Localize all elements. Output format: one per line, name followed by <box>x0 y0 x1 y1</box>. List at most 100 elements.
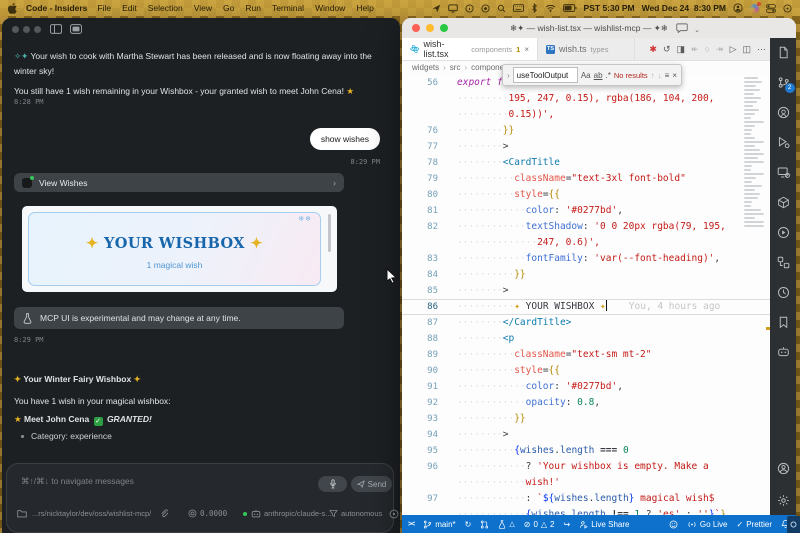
live-share-status[interactable]: Live Share <box>579 520 629 529</box>
timeline-icon[interactable]: ↺ <box>663 44 671 55</box>
mode-filter-icon[interactable] <box>329 509 338 518</box>
help-circle-icon[interactable] <box>783 4 792 13</box>
whole-word-icon[interactable]: ab <box>594 71 603 80</box>
code-line-86[interactable]: 86··········✦ YOUR WISHBOX ✦You, 4 hours… <box>402 299 770 315</box>
remote-indicator[interactable]: >< <box>408 521 414 528</box>
folder-icon[interactable] <box>17 509 27 518</box>
nav-dot-icon[interactable]: ○ <box>705 44 710 54</box>
paperclip-icon[interactable] <box>160 509 168 519</box>
window-minimize-button[interactable] <box>426 24 434 32</box>
tab-close-icon[interactable]: × <box>524 45 529 54</box>
find-expand-icon[interactable]: › <box>507 71 510 80</box>
sync-icon[interactable]: ↻ <box>465 520 472 529</box>
code-line-89[interactable]: 89··········className="text-sm mt-2" <box>402 347 770 363</box>
breadcrumb-item[interactable]: widgets <box>412 63 439 72</box>
info-circle-icon[interactable] <box>465 4 474 13</box>
code-line-88[interactable]: 88········<p <box>402 331 770 347</box>
components-icon[interactable] <box>777 256 790 269</box>
find-close-icon[interactable]: × <box>672 71 677 80</box>
model-robot-icon[interactable] <box>251 509 261 518</box>
tab-wish-list-tsx[interactable]: wish-list.tsx components 1 × <box>402 38 538 60</box>
composer-placeholder[interactable]: ⌘↑/⌘↓ to navigate messages <box>21 476 134 487</box>
find-next-icon[interactable]: ↓ <box>658 71 662 80</box>
match-case-icon[interactable]: Aa <box>581 71 591 80</box>
forward-icon[interactable]: ↪ <box>564 520 571 529</box>
task-runner-icon[interactable] <box>777 226 790 239</box>
bookmarks-icon[interactable] <box>778 316 789 329</box>
code-line-84[interactable]: 84··········}} <box>402 267 770 283</box>
window-layout-icon[interactable] <box>70 24 82 34</box>
model-name[interactable]: anthropic/claude-s... <box>264 509 332 518</box>
menu-item-terminal[interactable]: Terminal <box>271 3 305 13</box>
embed-scrollbar[interactable] <box>328 214 331 252</box>
find-previous-icon[interactable]: ↑ <box>651 71 655 80</box>
code-line-79[interactable]: 79··········className="text-3xl font-bol… <box>402 171 770 187</box>
apple-menu-icon[interactable] <box>8 3 17 14</box>
bluetooth-icon[interactable] <box>531 3 538 13</box>
code-line-97[interactable]: 97············: `${wishes.length} magica… <box>402 491 770 507</box>
code-line-94[interactable]: 94········> <box>402 427 770 443</box>
account-icon[interactable] <box>777 462 790 475</box>
problems-status[interactable]: ⊘0 △2 <box>524 520 555 529</box>
remote-explorer-icon[interactable] <box>777 166 790 179</box>
tab-wish-ts[interactable]: TS wish.ts types <box>538 38 635 60</box>
record-circle-icon[interactable] <box>481 4 490 13</box>
partial-badge-icon[interactable] <box>389 509 399 519</box>
window-close-button[interactable] <box>412 24 420 32</box>
keyboard-icon[interactable] <box>513 4 524 12</box>
find-in-selection-icon[interactable]: ≡ <box>665 71 670 80</box>
user-icon[interactable] <box>733 3 743 13</box>
run-file-icon[interactable]: ▷ <box>730 44 737 55</box>
github-icon[interactable] <box>777 106 790 119</box>
mic-button[interactable] <box>318 476 347 492</box>
nav-forward-icon[interactable]: ↠ <box>716 44 724 55</box>
menu-item-selection[interactable]: Selection <box>147 3 184 13</box>
code-line-82[interactable]: 82············textShadow: '0 0 20px rgba… <box>402 219 770 235</box>
ai-chat-icon[interactable] <box>777 346 790 358</box>
search-icon[interactable] <box>497 4 506 13</box>
source-control-icon[interactable]: 2 <box>777 76 790 89</box>
nav-back-icon[interactable]: ↞ <box>691 44 699 55</box>
code-line-83[interactable]: 83············fontFamily: 'var(--font-he… <box>402 251 770 267</box>
code-line-81[interactable]: 81············color: '#0277bd', <box>402 203 770 219</box>
feedback-smiley-icon[interactable] <box>669 520 678 529</box>
display-icon[interactable] <box>448 4 458 13</box>
workspace-path[interactable]: ...rs/nicktaylor/dev/oss/wishlist-mcp/ <box>32 509 151 518</box>
code-line-85[interactable]: 85········> <box>402 283 770 299</box>
branch-status[interactable]: main* <box>423 520 455 529</box>
window-zoom-button[interactable] <box>440 24 448 32</box>
window-zoom-button[interactable] <box>34 26 41 33</box>
code-line-wrap[interactable]: ··············247, 0.6)', <box>402 235 770 251</box>
settings-gear-icon[interactable] <box>777 494 790 507</box>
code-line-95[interactable]: 95··········{wishes.length === 0 <box>402 443 770 459</box>
menu-bar-secondary-clock[interactable]: PST 5:30 PM <box>584 3 635 13</box>
menu-item-help[interactable]: Help <box>355 3 374 13</box>
code-line-wrap[interactable]: ·········195, 247, 0.15), rgba(186, 104,… <box>402 91 770 107</box>
find-widget[interactable]: › useToolOutput Aa ab .* No results ↑ ↓ … <box>502 64 682 86</box>
menu-item-run[interactable]: Run <box>244 3 262 13</box>
code-line-wrap[interactable]: ············wish!' <box>402 475 770 491</box>
view-wishes-tool-row[interactable]: View Wishes › <box>14 173 344 192</box>
code-line-90[interactable]: 90··········style={{ <box>402 363 770 379</box>
code-line-92[interactable]: 92············opacity: 0.8, <box>402 395 770 411</box>
window-close-button[interactable] <box>12 26 19 33</box>
breadcrumb-item[interactable]: src <box>450 63 461 72</box>
code-line-91[interactable]: 91············color: '#0277bd', <box>402 379 770 395</box>
code-editor[interactable]: 56export fu·········195, 247, 0.15), rgb… <box>402 75 770 515</box>
minimap[interactable] <box>742 75 766 515</box>
find-input[interactable]: useToolOutput <box>513 67 578 83</box>
extension-action-icon[interactable]: ✱ <box>649 44 657 55</box>
code-line-87[interactable]: 87········</CardTitle> <box>402 315 770 331</box>
code-line-80[interactable]: 80··········style={{ <box>402 187 770 203</box>
copilot-file-icon[interactable] <box>777 46 790 59</box>
wifi-icon[interactable] <box>545 4 556 12</box>
beaker-status-icon[interactable]: △ <box>498 520 514 529</box>
container-icon[interactable] <box>777 196 790 209</box>
debug-icon[interactable] <box>777 136 790 149</box>
code-line-93[interactable]: 93··········}} <box>402 411 770 427</box>
notification-corner[interactable] <box>787 516 800 533</box>
go-live-button[interactable]: Go Live <box>687 520 728 529</box>
menu-item-window[interactable]: Window <box>314 3 346 13</box>
code-line-wrap[interactable]: ············{wishes.length !== 1 ? 'es' … <box>402 507 770 515</box>
code-line-76[interactable]: 76········}} <box>402 123 770 139</box>
